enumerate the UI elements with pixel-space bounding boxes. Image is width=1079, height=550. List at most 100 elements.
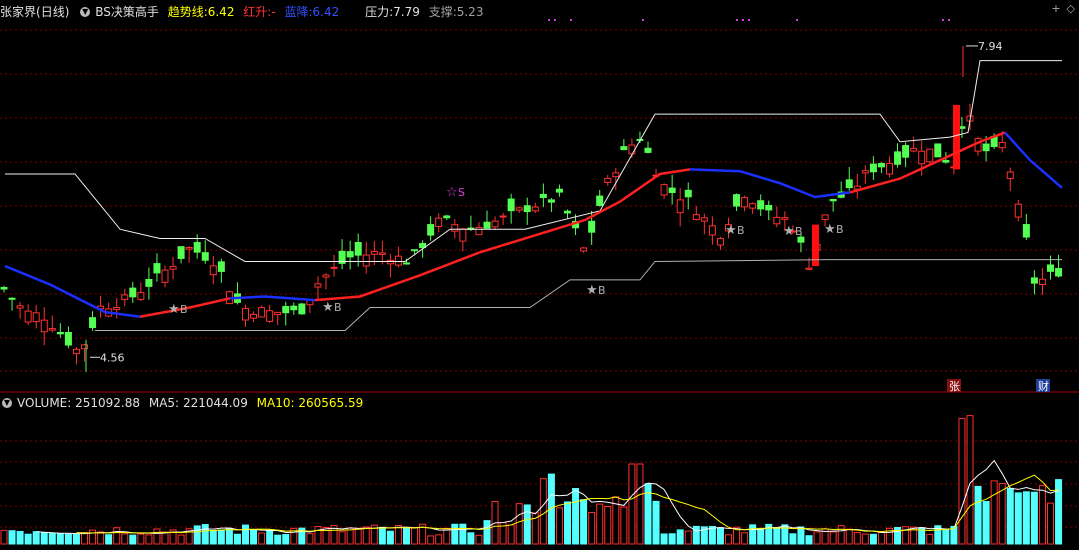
volume-bar xyxy=(282,534,290,545)
volume-bar xyxy=(201,524,209,545)
volume-bar xyxy=(105,534,113,545)
badge-cai: 财 xyxy=(1038,379,1049,393)
volume-bar xyxy=(1022,491,1030,545)
candle-body xyxy=(676,199,684,214)
candle-body xyxy=(129,287,137,298)
buy-star-icon: ★ xyxy=(824,222,836,237)
candle-body xyxy=(861,170,869,174)
volume-bar xyxy=(322,526,330,545)
volume-bar xyxy=(32,531,40,545)
candle-body xyxy=(56,331,64,335)
pressure-value: 7.79 xyxy=(393,5,420,19)
volume-bar xyxy=(113,527,121,545)
volume-bar xyxy=(378,526,386,545)
candle-body xyxy=(523,205,531,213)
badge-zhang: 张 xyxy=(949,380,960,393)
stock-name[interactable]: 张家界 xyxy=(0,5,36,19)
volume-bar xyxy=(684,530,692,545)
candle-body xyxy=(193,242,201,253)
volume-bar xyxy=(668,533,676,545)
volume-value: 251092.88 xyxy=(75,396,141,410)
candle-body xyxy=(910,147,918,152)
marker-dot xyxy=(742,19,744,21)
indicator-name[interactable]: BS决策高手 xyxy=(95,5,159,19)
buy-signal-label: B xyxy=(598,284,606,297)
stock-chart[interactable]: 7.94 4.56 ★ B ★ B ★ B ★ B ★ B ★ B ☆ S 张财 张家界(日线) ▼ BS决策高手… xyxy=(0,0,1079,546)
candle-body xyxy=(403,262,410,265)
trend-down-segment xyxy=(689,168,851,199)
volume-bar xyxy=(580,499,588,545)
volume-bar xyxy=(805,535,813,545)
candle-body xyxy=(982,143,990,152)
candle-body xyxy=(805,267,813,270)
volume-bar xyxy=(435,534,443,545)
marker-dot xyxy=(554,19,556,21)
volume-bar xyxy=(660,533,668,545)
volume-bar xyxy=(362,526,370,545)
marker-dot xyxy=(948,19,950,21)
volume-bar xyxy=(242,524,249,545)
volume-label: VOLUME: xyxy=(17,396,72,410)
blue-value: 6.42 xyxy=(312,5,340,19)
volume-bar xyxy=(40,532,48,545)
candle-body xyxy=(185,246,193,250)
volume-bar xyxy=(153,528,161,545)
volume-bar xyxy=(1038,485,1046,545)
candle-body xyxy=(48,328,56,331)
candle-body xyxy=(217,261,225,272)
volume-bar xyxy=(877,531,885,545)
volume-bar xyxy=(8,530,16,545)
volume-bar xyxy=(0,529,8,545)
volume-bar xyxy=(48,532,56,545)
candle-body xyxy=(81,344,88,350)
volume-bar xyxy=(137,533,145,545)
chart-canvas[interactable]: 7.944.56★ B ★ B★ B★ B ★ B ★ B☆ S张财 xyxy=(0,0,1079,546)
volume-bar xyxy=(459,523,467,545)
candle-body xyxy=(998,141,1006,149)
candle-body xyxy=(1030,277,1038,284)
candle-body xyxy=(628,144,636,155)
candle-body xyxy=(16,305,24,309)
buy-star-icon: ★ xyxy=(783,224,795,239)
volume-bar xyxy=(411,527,419,545)
ma5-label: MA5: xyxy=(148,396,180,410)
volume-bar xyxy=(467,532,475,545)
candle-body xyxy=(145,278,153,287)
marker-dot xyxy=(642,19,644,21)
support-value: 5.23 xyxy=(456,5,484,19)
candle-body xyxy=(821,214,829,221)
candle-body xyxy=(555,188,563,193)
low-label: 4.56 xyxy=(100,351,125,364)
blue-label: 蓝降: xyxy=(284,5,313,19)
volume-bar xyxy=(225,527,233,545)
candle-body xyxy=(580,247,588,252)
ma10-value: 260565.59 xyxy=(298,396,364,410)
candle-body xyxy=(660,184,668,196)
volume-bar xyxy=(81,532,88,545)
volume-bar xyxy=(676,529,684,545)
diamond-icon[interactable]: ◇ xyxy=(1067,2,1075,15)
candle-body xyxy=(612,172,620,178)
buy-signal-label: B xyxy=(180,303,188,316)
candle-body xyxy=(113,306,121,311)
indicator-toggle-icon[interactable]: ▼ xyxy=(80,6,91,17)
candle-body xyxy=(604,177,612,183)
ma5-value: 221044.09 xyxy=(182,396,248,410)
buy-signal-label: B xyxy=(795,225,803,238)
volume-bar xyxy=(596,503,604,545)
volume-bar xyxy=(1055,479,1063,545)
volume-bar xyxy=(129,534,137,545)
volume-toggle-icon[interactable]: ▼ xyxy=(2,397,12,408)
candle-body xyxy=(1047,264,1054,272)
candle-body xyxy=(668,187,676,193)
volume-bar xyxy=(588,512,596,545)
period-label[interactable]: (日线) xyxy=(36,5,69,19)
candle-body xyxy=(564,210,571,214)
plus-icon[interactable]: + xyxy=(1051,2,1060,15)
volume-bar xyxy=(266,529,274,545)
candle-body xyxy=(137,292,145,300)
volume-bar xyxy=(974,485,982,545)
candle-body xyxy=(1006,171,1014,179)
trend-down-segment xyxy=(1004,131,1063,189)
candle-body xyxy=(266,310,274,322)
